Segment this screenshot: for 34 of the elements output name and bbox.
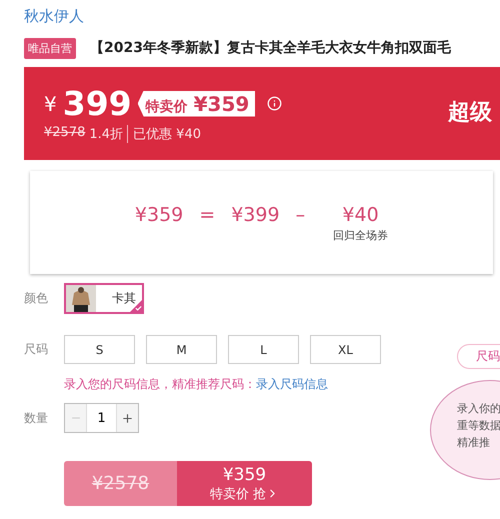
size-info-link[interactable]: 录入尺码信息 [256,377,328,391]
coupon-amount: ¥40 [342,204,379,226]
store-badge: 唯品自营 [24,38,76,58]
plus-icon [121,412,134,424]
coupon-label: 回归全场券 [333,228,388,243]
size-option[interactable]: S [64,335,135,364]
bubble-text: 录入你的 [457,401,500,416]
discount: 1.4折 [89,126,124,143]
promo-text: 超级 [448,99,492,127]
size-option[interactable]: XL [310,335,381,364]
check-icon [135,305,142,312]
original-price: ¥2578 [64,461,177,506]
color-label: 颜色 [24,290,49,307]
bubble-text: 精准推 [457,435,491,450]
color-option[interactable]: 卡其 [64,283,144,314]
size-option[interactable]: M [146,335,217,364]
plus-button[interactable] [117,404,138,432]
equals-sign: = [199,204,216,226]
quantity-label: 数量 [24,410,49,426]
price: 399 [62,84,132,123]
buy-button[interactable]: ¥359 特卖价 抢 [177,461,312,506]
minus-sign: – [296,204,306,226]
product-title: 【2023年冬季新款】复古卡其全羊毛大衣女牛角扣双面毛 [90,39,451,57]
original-price: ¥2578 [44,125,86,142]
saved-amount: 已优惠 ¥40 [127,125,201,143]
info-icon[interactable] [267,96,282,111]
special-price-tag: 特卖价 ¥359 [138,90,256,116]
base-price: ¥399 [231,204,280,226]
final-price: ¥359 [134,204,184,226]
size-label: 尺码 [24,341,49,358]
size-option[interactable]: L [228,335,299,364]
currency-symbol: ¥ [44,92,57,116]
size-guide-tab[interactable]: 尺码 [457,344,500,369]
brand-link[interactable]: 秋水伊人 [24,7,84,29]
